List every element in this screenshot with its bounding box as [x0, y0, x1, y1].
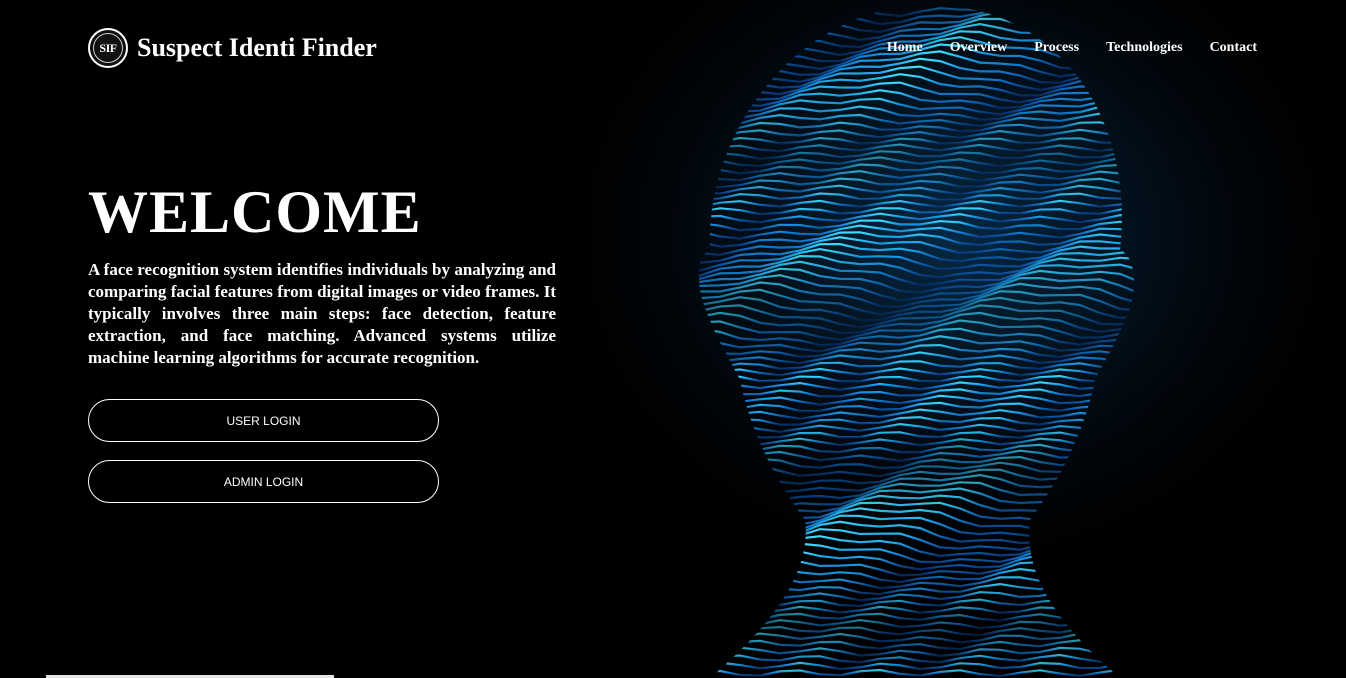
hero-title: WELCOME — [88, 179, 422, 245]
nav-contact[interactable]: Contact — [1210, 40, 1257, 56]
sif-seal-icon: SIF — [88, 28, 128, 68]
user-login-button[interactable]: USER LOGIN — [88, 399, 439, 442]
site-title: Suspect Identi Finder — [137, 33, 377, 62]
hero-description: A face recognition system identifies ind… — [88, 260, 556, 367]
hero-face-illustration — [560, 0, 1346, 678]
logo-text: SIF — [93, 33, 123, 63]
nav-process[interactable]: Process — [1034, 40, 1079, 56]
brand[interactable]: SIF Suspect Identi Finder — [88, 28, 377, 68]
nav-home[interactable]: Home — [887, 40, 923, 56]
admin-login-button[interactable]: ADMIN LOGIN — [88, 460, 439, 503]
main-nav: Home Overview Process Technologies Conta… — [887, 40, 1257, 56]
nav-technologies[interactable]: Technologies — [1106, 40, 1183, 56]
nav-overview[interactable]: Overview — [950, 40, 1008, 56]
